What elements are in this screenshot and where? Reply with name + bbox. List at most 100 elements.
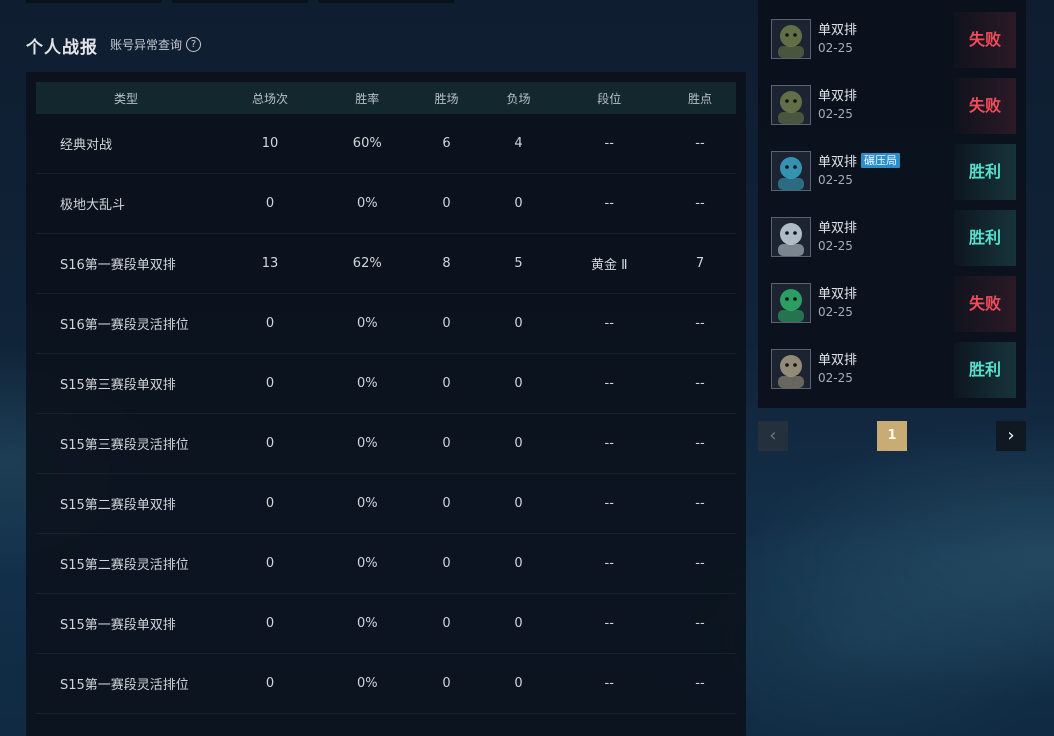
table-row: S16第一赛段单双排 13 62% 8 5 黄金 Ⅱ7 bbox=[36, 233, 736, 294]
result-victory: 胜利 bbox=[954, 144, 1016, 200]
result-victory: 胜利 bbox=[954, 210, 1016, 266]
stat-cell: -- bbox=[554, 293, 664, 354]
stat-cell: 5 bbox=[482, 233, 555, 294]
column-header: 胜场 bbox=[410, 82, 483, 114]
stat-cell: -- bbox=[663, 593, 736, 654]
stat-cell: 0% bbox=[323, 533, 411, 594]
table-row: S15第一赛段单双排 0 0% 0 0 -- -- bbox=[36, 593, 736, 654]
result-defeat: 失败 bbox=[954, 12, 1016, 68]
next-page-button[interactable]: › bbox=[996, 421, 1026, 451]
match-date: 02-25 bbox=[818, 107, 853, 121]
account-anomaly-label: 账号异常查询 bbox=[110, 38, 183, 52]
stat-cell: -- bbox=[663, 413, 736, 474]
match-date: 02-25 bbox=[818, 305, 853, 319]
result-defeat: 失败 bbox=[954, 78, 1016, 134]
queue-type-cell: 经典对战 bbox=[36, 114, 216, 174]
stat-cell: 0 bbox=[410, 413, 483, 474]
stat-cell: -- bbox=[663, 114, 736, 174]
stat-cell: 0% bbox=[323, 353, 411, 414]
stats-table: 类型 总场次 胜率 胜场 负场 段位 胜点 经典对战 10 60% 6 4 -- -- 极地大乱斗 0 0% 0… bbox=[36, 82, 736, 714]
match-queue-label: 单双排 bbox=[818, 89, 858, 104]
table-row: 经典对战 10 60% 6 4 -- -- bbox=[36, 114, 736, 174]
champion-avatar-icon bbox=[771, 217, 811, 257]
stat-cell: 0 bbox=[482, 413, 555, 474]
help-icon[interactable]: ? bbox=[186, 37, 202, 52]
table-row: S15第三赛段灵活排位 0 0% 0 0 -- -- bbox=[36, 413, 736, 474]
personal-stats-panel: 类型 总场次 胜率 胜场 负场 段位 胜点 经典对战 10 60% 6 4 -- -- 极地大乱斗 0 0% 0… bbox=[26, 72, 746, 736]
stat-cell: 0 bbox=[216, 473, 324, 534]
match-queue-label: 单双排 bbox=[818, 353, 858, 368]
match-queue-label: 单双排 bbox=[818, 155, 858, 170]
account-anomaly-link[interactable]: 账号异常查询 ? bbox=[110, 36, 202, 53]
queue-type-cell: S15第一赛段单双排 bbox=[36, 593, 216, 654]
stat-cell: 0 bbox=[482, 473, 555, 534]
stat-cell: 0 bbox=[216, 413, 324, 474]
column-header: 胜率 bbox=[323, 82, 411, 114]
top-tab-2[interactable] bbox=[172, 0, 308, 3]
queue-type-cell: S15第三赛段单双排 bbox=[36, 353, 216, 414]
match-date: 02-25 bbox=[818, 371, 853, 385]
queue-type-cell: 极地大乱斗 bbox=[36, 173, 216, 234]
stat-cell: 0 bbox=[216, 353, 324, 414]
match-item[interactable]: 单双排 02-25 胜利 bbox=[758, 210, 1026, 270]
column-header: 胜点 bbox=[663, 82, 736, 114]
table-row: S15第三赛段单双排 0 0% 0 0 -- -- bbox=[36, 353, 736, 414]
stat-cell: 0% bbox=[323, 593, 411, 654]
match-history-panel: 单双排 02-25 失败 单双排 02-25 失败 单双排 碾压局 02-25 胜利 单双排 02-2… bbox=[758, 0, 1026, 408]
queue-type-cell: S15第二赛段灵活排位 bbox=[36, 533, 216, 594]
match-queue-label: 单双排 bbox=[818, 23, 858, 38]
stat-cell: 10 bbox=[216, 114, 324, 174]
stat-cell: 0 bbox=[216, 533, 324, 594]
match-queue: 单双排 碾压局 bbox=[818, 151, 901, 170]
stat-cell: 62% bbox=[323, 233, 411, 294]
queue-type-cell: S16第一赛段单双排 bbox=[36, 233, 216, 294]
champion-avatar-icon bbox=[771, 283, 811, 323]
stat-cell: 0 bbox=[216, 653, 324, 714]
result-defeat: 失败 bbox=[954, 276, 1016, 332]
stat-cell: 0 bbox=[410, 173, 483, 234]
stat-cell: -- bbox=[554, 653, 664, 714]
match-date: 02-25 bbox=[818, 173, 853, 187]
stat-cell: 0 bbox=[482, 173, 555, 234]
match-queue-label: 单双排 bbox=[818, 221, 858, 236]
stats-table-body: 经典对战 10 60% 6 4 -- -- 极地大乱斗 0 0% 0 0 -- -- S16第一赛段单双排 1… bbox=[36, 114, 736, 714]
top-tab-3[interactable] bbox=[318, 0, 454, 3]
stat-cell: -- bbox=[663, 653, 736, 714]
column-header: 总场次 bbox=[216, 82, 324, 114]
page-number-button[interactable]: 1 bbox=[877, 421, 907, 451]
stat-cell: 0 bbox=[410, 593, 483, 654]
match-item[interactable]: 单双排 02-25 胜利 bbox=[758, 342, 1026, 402]
stat-cell: 0 bbox=[482, 533, 555, 594]
stat-cell: 6 bbox=[410, 114, 483, 174]
top-tab-1[interactable] bbox=[26, 0, 162, 3]
match-item[interactable]: 单双排 02-25 失败 bbox=[758, 78, 1026, 138]
table-row: S15第一赛段灵活排位 0 0% 0 0 -- -- bbox=[36, 653, 736, 714]
stat-cell: 0 bbox=[410, 473, 483, 534]
stat-cell: 0 bbox=[482, 593, 555, 654]
champion-avatar-icon bbox=[771, 85, 811, 125]
match-queue-label: 单双排 bbox=[818, 287, 858, 302]
stat-cell: 0 bbox=[410, 653, 483, 714]
stat-cell: 0 bbox=[410, 533, 483, 594]
prev-page-button[interactable]: ‹ bbox=[758, 421, 788, 451]
stat-cell: 0 bbox=[482, 293, 555, 354]
stat-cell: 8 bbox=[410, 233, 483, 294]
stat-cell: -- bbox=[554, 413, 664, 474]
stat-cell: 0 bbox=[216, 593, 324, 654]
stat-cell: -- bbox=[663, 473, 736, 534]
stat-cell: 黄金 Ⅱ bbox=[554, 233, 664, 294]
queue-type-cell: S15第三赛段灵活排位 bbox=[36, 413, 216, 474]
stat-cell: 0 bbox=[410, 293, 483, 354]
queue-type-cell: S16第一赛段灵活排位 bbox=[36, 293, 216, 354]
result-victory: 胜利 bbox=[954, 342, 1016, 398]
stat-cell: 0 bbox=[216, 173, 324, 234]
match-item[interactable]: 单双排 02-25 失败 bbox=[758, 12, 1026, 72]
stat-cell: 0% bbox=[323, 173, 411, 234]
match-item[interactable]: 单双排 碾压局 02-25 胜利 bbox=[758, 144, 1026, 204]
stat-cell: -- bbox=[554, 353, 664, 414]
table-row: S15第二赛段单双排 0 0% 0 0 -- -- bbox=[36, 473, 736, 534]
stomp-badge: 碾压局 bbox=[861, 153, 901, 168]
match-item[interactable]: 单双排 02-25 失败 bbox=[758, 276, 1026, 336]
table-row: 极地大乱斗 0 0% 0 0 -- -- bbox=[36, 173, 736, 234]
column-header: 段位 bbox=[554, 82, 664, 114]
